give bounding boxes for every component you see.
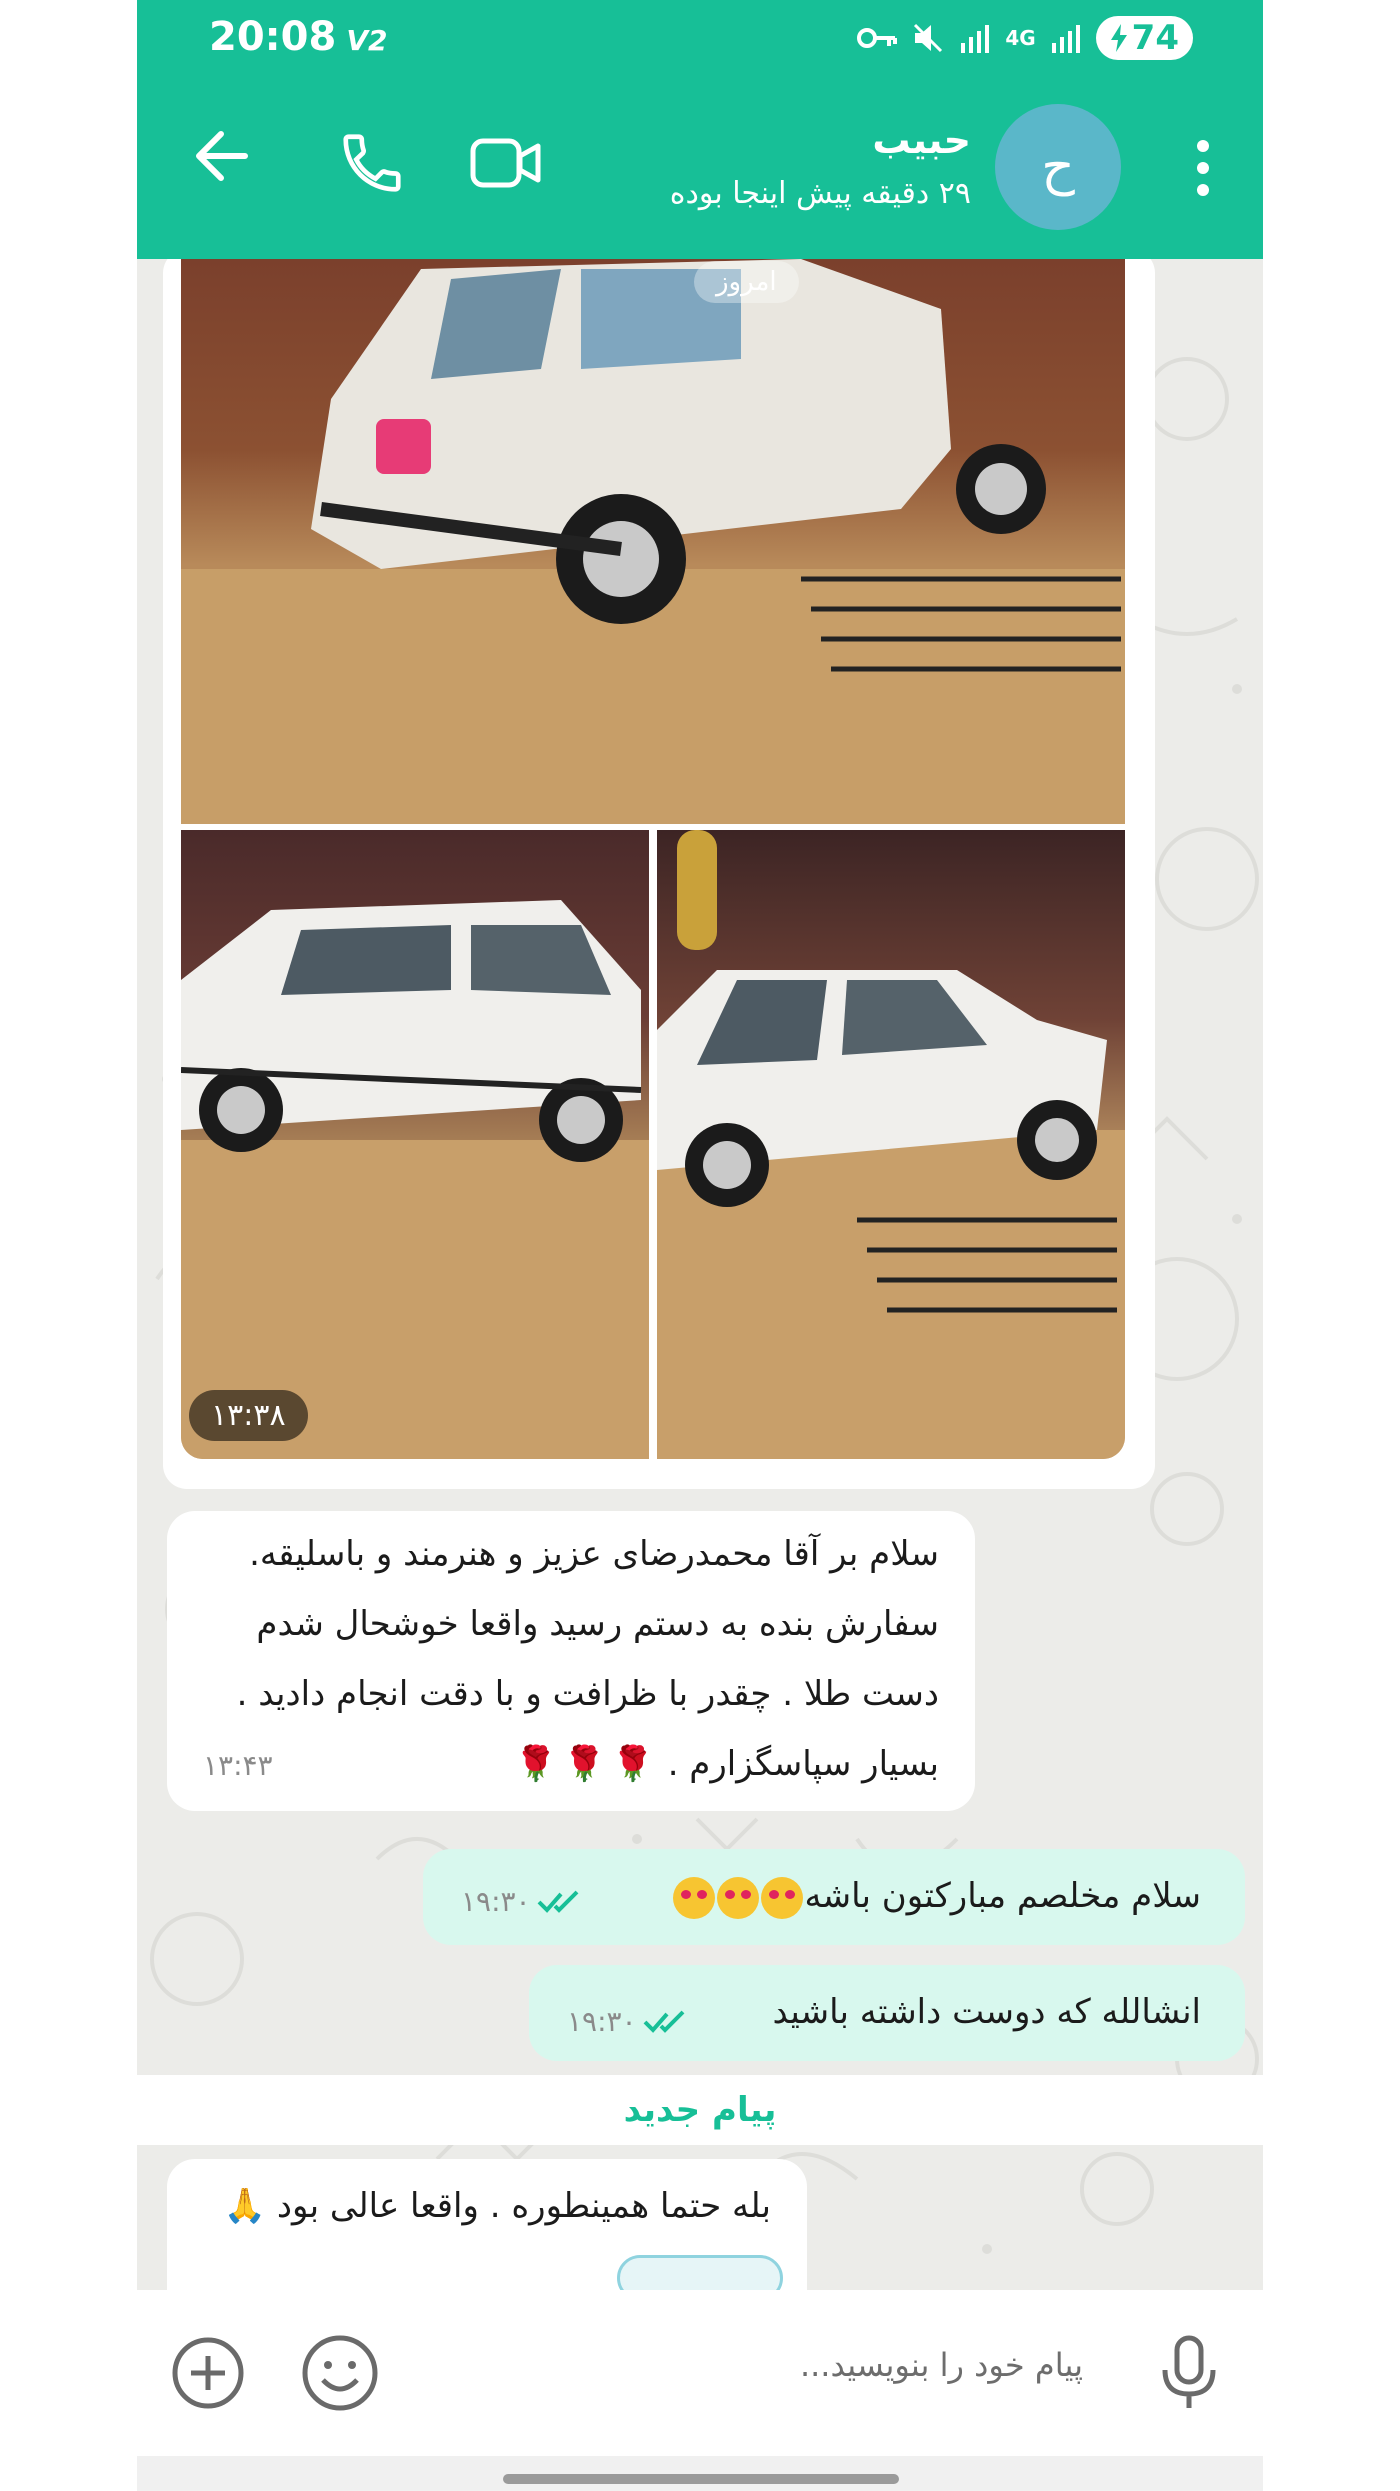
heart-eyes-emoji [673,1876,716,1919]
rose-emoji: 🌹 [514,1744,558,1784]
network-type: 4G [1005,26,1036,50]
photo-message[interactable]: امروز ۱۳:۳۸ [163,259,1155,1489]
heart-eyes-emoji [717,1876,760,1919]
status-time: 20:08 V2 [209,14,388,60]
outgoing-message-1[interactable]: سلام مخلصم مبارکتون باشه ۱۹:۳۰ [423,1849,1245,1945]
reaction-chip[interactable] [617,2255,783,2290]
contact-name[interactable]: حبیب [872,118,971,162]
outgoing-message-2[interactable]: انشالله که دوست داشته باشید ۱۹:۳۰ [529,1965,1245,2061]
message-text: سلام مخلصم مبارکتون باشه [672,1861,1201,1931]
signal-icon [961,25,990,53]
home-gesture-handle[interactable] [503,2474,899,2484]
car-photo-1[interactable]: امروز [181,259,1125,824]
vpn-key-icon [857,28,898,48]
double-check-icon [537,1890,579,1913]
message-composer: پیام خود را بنویسید... [137,2290,1263,2456]
car-photo-3[interactable] [657,830,1125,1459]
rose-emoji: 🌹 [563,1744,606,1784]
rose-emoji: 🌹 [611,1744,654,1784]
car-photo-2-drawing [181,900,649,1459]
add-attachment-icon[interactable] [171,2336,245,2410]
message-time: ۱۳:۴۳ [203,1749,273,1782]
incoming-message-1[interactable]: سلام بر آقا محمدرضای عزیز و هنرمند و باس… [167,1511,975,1811]
photo-timestamp: ۱۳:۳۸ [189,1390,308,1441]
contact-last-seen: ۲۹ دقیقه پیش اینجا بوده [669,176,971,211]
chat-area[interactable]: امروز ۱۳:۳۸ سلام بر آقا محمدرضای عزیز و … [137,259,1263,2290]
back-arrow-icon[interactable] [193,130,249,182]
car-photo-2[interactable]: ۱۳:۳۸ [181,830,649,1459]
system-nav-bar [137,2456,1263,2491]
battery-indicator: 74 [1095,16,1193,60]
incoming-message-2[interactable]: بله حتما همینطوره . واقعا عالی بود 🙏 [167,2159,807,2290]
double-check-icon [643,2010,685,2033]
message-text: انشالله که دوست داشته باشید [772,1992,1201,2032]
microphone-icon[interactable] [1159,2334,1219,2412]
app-header: 20:08 V2 4G 74 حبیب ۲۹ دقیقه پیش اینجا بو… [137,0,1263,259]
new-messages-divider: پیام جدید [137,2075,1263,2145]
phone-screen: 20:08 V2 4G 74 حبیب ۲۹ دقیقه پیش اینجا بو… [137,0,1263,2491]
message-time: ۱۹:۳۰ [567,2005,689,2038]
date-chip: امروز [694,261,799,303]
message-text: سلام بر آقا محمدرضای عزیز و هنرمند و باس… [237,1519,939,1799]
more-options-icon[interactable] [1195,138,1211,198]
heart-eyes-emoji [761,1876,804,1919]
signal-icon-2 [1051,25,1080,53]
mute-icon [914,23,943,53]
car-photo-3-drawing [657,830,1125,1459]
emoji-icon[interactable] [301,2334,379,2412]
voice-call-icon[interactable] [337,128,407,198]
video-call-icon[interactable] [470,138,542,188]
car-photo-1-drawing [181,259,1125,824]
contact-avatar[interactable]: ح [995,104,1121,230]
charging-icon [1110,24,1127,52]
message-input[interactable]: پیام خود را بنویسید... [800,2346,1083,2384]
message-time: ۱۹:۳۰ [461,1885,583,1918]
message-text: بله حتما همینطوره . واقعا عالی بود 🙏 [223,2186,771,2226]
status-icons: 4G 74 [857,16,1193,60]
